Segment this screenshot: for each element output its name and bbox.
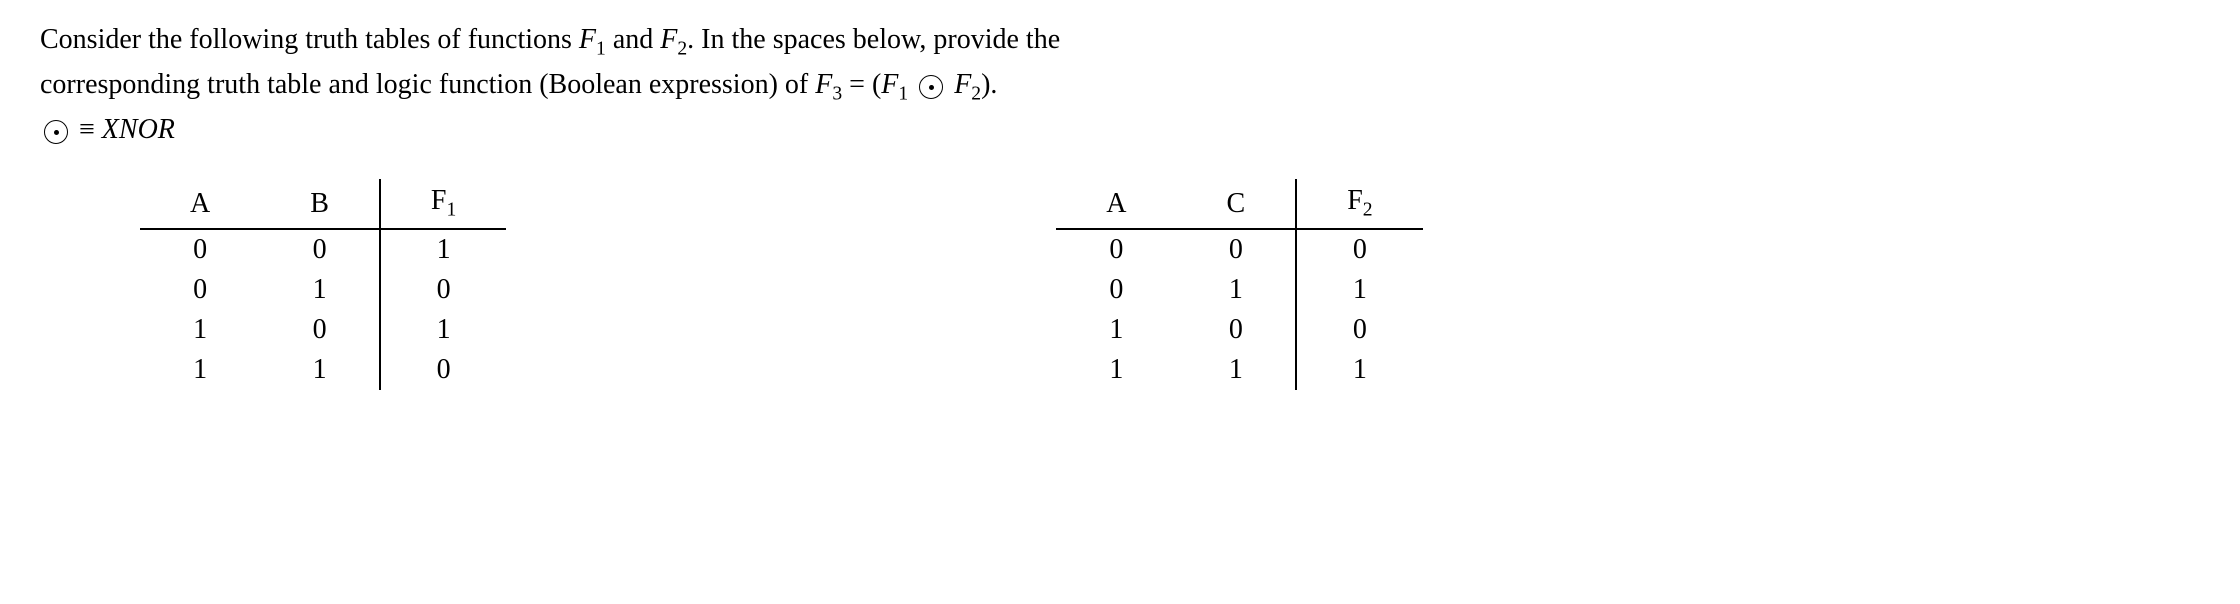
text-segment xyxy=(908,69,915,100)
header-col-b: B xyxy=(260,179,380,229)
cell-value: 1 xyxy=(140,350,260,390)
text-segment: corresponding truth table and logic func… xyxy=(40,69,815,100)
problem-line-3: ≡ XNOR xyxy=(40,110,2200,149)
table-row: 1 1 1 xyxy=(1056,350,1422,390)
text-segment: Consider the following truth tables of f… xyxy=(40,24,579,55)
table-row: 0 0 1 xyxy=(140,229,506,270)
xnor-operator-icon xyxy=(44,120,68,144)
cell-value: 1 xyxy=(1056,310,1176,350)
truth-table-f1: A B F1 0 0 1 0 1 0 1 0 1 1 1 xyxy=(140,179,506,390)
cell-value: 0 xyxy=(1177,229,1297,270)
problem-line-2: corresponding truth table and logic func… xyxy=(40,65,2200,108)
cell-value: 0 xyxy=(140,270,260,310)
header-col-c: C xyxy=(1177,179,1297,229)
function-f2: F2 xyxy=(660,24,687,55)
text-segment: = ( xyxy=(842,69,881,100)
var-letter: F xyxy=(579,24,596,55)
cell-value: 1 xyxy=(380,310,506,350)
cell-value: 0 xyxy=(140,229,260,270)
header-label: F xyxy=(1347,185,1363,216)
subscript: 2 xyxy=(677,39,687,60)
table-row: 1 0 0 xyxy=(1056,310,1422,350)
text-segment: . In the spaces below, provide the xyxy=(687,24,1060,55)
xnor-operator-icon xyxy=(919,75,943,99)
problem-statement: Consider the following truth tables of f… xyxy=(40,20,2200,149)
table-row: 0 1 1 xyxy=(1056,270,1422,310)
cell-value: 1 xyxy=(1296,350,1422,390)
problem-line-1: Consider the following truth tables of f… xyxy=(40,20,2200,63)
function-f2-ref: F2 xyxy=(954,69,981,100)
subscript: 1 xyxy=(898,84,908,105)
cell-value: 1 xyxy=(1056,350,1176,390)
xnor-label: XNOR xyxy=(102,114,175,145)
var-letter: F xyxy=(815,69,832,100)
subscript: 3 xyxy=(832,84,842,105)
cell-value: 0 xyxy=(1296,310,1422,350)
function-f1: F1 xyxy=(579,24,606,55)
cell-value: 0 xyxy=(260,229,380,270)
equiv-symbol: ≡ xyxy=(72,114,102,145)
table-row: 1 0 1 xyxy=(140,310,506,350)
table-row: 0 0 0 xyxy=(1056,229,1422,270)
text-segment: and xyxy=(606,24,660,55)
cell-value: 0 xyxy=(1296,229,1422,270)
header-label: F xyxy=(431,185,447,216)
var-letter: F xyxy=(881,69,898,100)
cell-value: 0 xyxy=(1056,270,1176,310)
header-col-a: A xyxy=(1056,179,1176,229)
cell-value: 1 xyxy=(1177,270,1297,310)
subscript: 2 xyxy=(1363,200,1373,221)
text-segment: ). xyxy=(981,69,997,100)
table-row: 1 1 0 xyxy=(140,350,506,390)
cell-value: 0 xyxy=(1056,229,1176,270)
function-f3: F3 xyxy=(815,69,842,100)
cell-value: 1 xyxy=(1296,270,1422,310)
truth-table-f2: A C F2 0 0 0 0 1 1 1 0 0 1 1 xyxy=(1056,179,1422,390)
header-col-a: A xyxy=(140,179,260,229)
cell-value: 1 xyxy=(1177,350,1297,390)
var-letter: F xyxy=(954,69,971,100)
var-letter: F xyxy=(660,24,677,55)
subscript: 2 xyxy=(971,84,981,105)
cell-value: 0 xyxy=(380,350,506,390)
subscript: 1 xyxy=(447,200,457,221)
cell-value: 0 xyxy=(260,310,380,350)
subscript: 1 xyxy=(596,39,606,60)
table-header-row: A B F1 xyxy=(140,179,506,229)
cell-value: 1 xyxy=(140,310,260,350)
table-header-row: A C F2 xyxy=(1056,179,1422,229)
cell-value: 1 xyxy=(260,270,380,310)
cell-value: 1 xyxy=(260,350,380,390)
header-col-f1: F1 xyxy=(380,179,506,229)
function-f1-ref: F1 xyxy=(881,69,908,100)
table-row: 0 1 0 xyxy=(140,270,506,310)
header-col-f2: F2 xyxy=(1296,179,1422,229)
tables-container: A B F1 0 0 1 0 1 0 1 0 1 1 1 xyxy=(40,179,2200,390)
cell-value: 0 xyxy=(380,270,506,310)
cell-value: 1 xyxy=(380,229,506,270)
cell-value: 0 xyxy=(1177,310,1297,350)
